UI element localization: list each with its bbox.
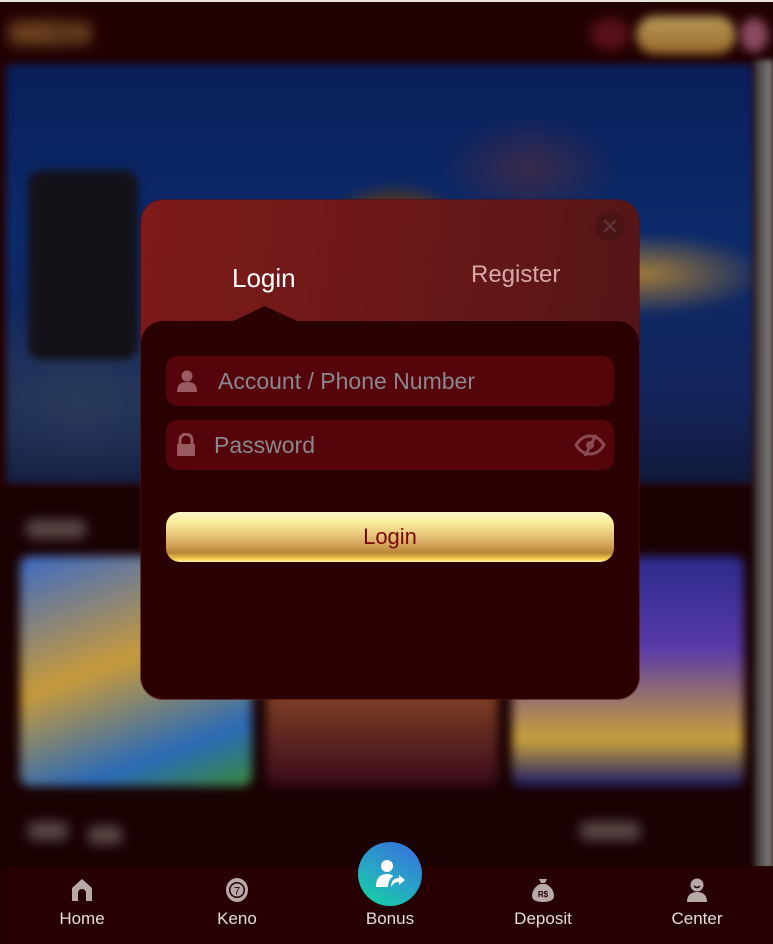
svg-text:7: 7 [234,886,240,898]
app-page: Login Register Account / Phone Number Lo… [0,0,773,944]
background-banner-phone [28,170,138,360]
password-input[interactable] [214,420,554,470]
background-header [0,2,773,60]
lock-icon [177,433,195,456]
login-modal: Login Register Account / Phone Number Lo… [141,200,639,699]
background-section-title [88,826,122,844]
background-logo [8,16,92,50]
nav-label: Home [59,909,105,928]
account-field [166,356,614,406]
active-tab-indicator [231,306,299,322]
tab-register[interactable]: Register [471,261,560,289]
user-icon [177,370,197,392]
home-icon [72,879,92,901]
account-input[interactable] [218,356,558,406]
nav-label: Deposit [514,909,572,928]
money-bag-icon: R$ [532,879,554,902]
profile-icon [687,878,707,902]
eye-slash-icon[interactable] [574,432,606,458]
background-header-button [636,16,736,54]
tab-login[interactable]: Login [232,263,296,294]
close-icon [603,219,617,233]
background-header-avatar [740,18,768,52]
nav-item-keno[interactable]: 7 Keno [187,866,287,944]
background-section-link [580,822,640,840]
background-header-icon [590,18,630,50]
keno-ball-icon: 7 [226,878,248,902]
password-field [166,420,614,470]
nav-label: Keno [217,909,257,928]
nav-item-deposit[interactable]: R$ Deposit [493,866,593,944]
background-scrollbar [754,60,773,870]
bonus-button[interactable] [358,842,422,906]
close-button[interactable] [595,211,625,241]
login-submit-button[interactable]: Login [166,512,614,562]
user-share-icon [376,860,405,887]
svg-text:R$: R$ [538,890,549,899]
nav-label: Bonus [365,909,415,928]
nav-item-center[interactable]: Center [647,866,747,944]
background-section-title [26,520,86,538]
login-form: Login [141,321,639,699]
nav-item-home[interactable]: Home [32,866,132,944]
background-section-title [28,822,68,840]
nav-label: Center [671,909,723,928]
